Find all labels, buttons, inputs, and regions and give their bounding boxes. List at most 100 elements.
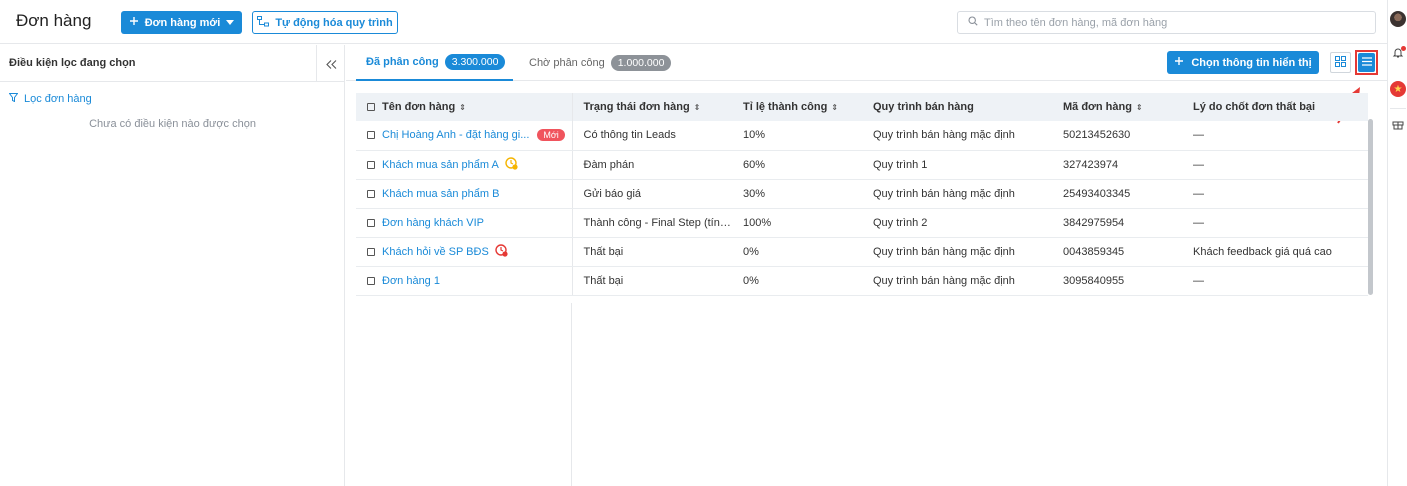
tabs-bar: Đã phân công 3.300.000 Chờ phân công 1.0… [346,45,1387,81]
automation-button[interactable]: Tự động hóa quy trình [252,11,398,34]
cell-code: 50213452630 [1052,121,1182,151]
cell-reason: — [1182,266,1368,296]
tab-pending-label: Chờ phân công [529,57,605,69]
cell-reason: Khách feedback giá quá cao [1182,237,1368,267]
cell-name: Khách mua sản phẩm B [356,179,573,209]
avatar[interactable] [1390,11,1406,27]
cell-rate: 100% [732,208,862,238]
cell-reason: — [1182,208,1368,238]
cell-rate: 0% [732,266,862,296]
automation-label: Tự động hóa quy trình [275,16,393,29]
cell-reason: — [1182,150,1368,180]
grid-view-button[interactable] [1330,52,1351,73]
cell-process: Quy trình 2 [862,208,1052,238]
page-title: Đơn hàng [16,11,92,30]
list-icon [1361,56,1372,69]
top-header: Đơn hàng Đơn hàng mới Tự động hóa quy tr… [0,0,1387,44]
list-view-button[interactable] [1355,50,1378,75]
cell-status: Thất bại [572,237,732,267]
column-reason-label: Lý do chốt đơn thất bại [1193,101,1316,113]
cell-code: 3095840955 [1052,266,1182,296]
tab-pending-count: 1.000.000 [610,55,672,71]
cell-process: Quy trình bán hàng mặc định [862,121,1052,151]
column-header-rate[interactable]: Tỉ lệ thành công ⇕ [732,93,862,121]
order-name-link[interactable]: Chị Hoàng Anh - đặt hàng gi... [382,129,529,141]
cell-rate: 60% [732,150,862,180]
gift-icon[interactable] [1392,118,1404,133]
list-view-active-bg [1358,53,1375,72]
rail-divider [1390,108,1406,109]
table-row[interactable]: Khách mua sản phẩm B Gửi báo giá 30% Quy… [356,179,1368,209]
sort-icon[interactable]: ⇕ [459,103,466,112]
collapse-panel-button[interactable] [316,45,345,82]
grid-icon [1335,55,1346,70]
empty-conditions-text: Chưa có điều kiện nào được chọn [89,118,256,130]
tab-assigned-label: Đã phân công [366,56,439,68]
vertical-scrollbar[interactable] [1368,119,1373,295]
table-row[interactable]: Đơn hàng 1 Thất bại 0% Quy trình bán hàn… [356,266,1368,296]
cell-name: Khách hỏi về SP BĐS [356,237,573,267]
cell-code: 3842975954 [1052,208,1182,238]
cell-status: Có thông tin Leads [572,121,732,151]
filter-orders-link[interactable]: Lọc đơn hàng [8,93,92,105]
order-name-link[interactable]: Khách mua sản phẩm A [382,158,499,170]
row-checkbox[interactable] [367,131,375,140]
search-icon [968,16,978,29]
cell-process: Quy trình bán hàng mặc định [862,266,1052,296]
cell-status: Thành công - Final Step (tính... [572,208,732,238]
sort-icon[interactable]: ⇕ [694,103,701,112]
cell-status: Gửi báo giá [572,179,732,209]
row-checkbox[interactable] [367,189,375,198]
order-name-link[interactable]: Đơn hàng 1 [382,275,440,287]
column-header-status[interactable]: Trạng thái đơn hàng ⇕ [572,93,732,121]
select-all-checkbox[interactable] [367,103,375,112]
tab-pending[interactable]: Chờ phân công 1.000.000 [529,45,672,81]
column-rate-label: Tỉ lệ thành công [743,101,828,113]
column-code-label: Mã đơn hàng [1063,101,1132,113]
column-header-process: Quy trình bán hàng [862,93,1052,121]
table-row[interactable]: Chị Hoàng Anh - đặt hàng gi... Mới Có thô… [356,121,1368,151]
cell-process: Quy trình bán hàng mặc định [862,237,1052,267]
notification-dot [1401,46,1406,51]
order-name-link[interactable]: Khách mua sản phẩm B [382,188,499,200]
new-order-button[interactable]: Đơn hàng mới [121,11,242,34]
cell-status: Đàm phán [572,150,732,180]
tab-assigned[interactable]: Đã phân công 3.300.000 [356,45,513,81]
main-content: Đã phân công 3.300.000 Chờ phân công 1.0… [346,45,1387,486]
filter-panel: Điều kiện lọc đang chọn Lọc đơn hàng Chư… [0,45,345,486]
first-column-divider [571,303,572,486]
column-header-reason: Lý do chốt đơn thất bại [1182,93,1368,121]
row-checkbox[interactable] [367,276,375,285]
row-checkbox[interactable] [367,247,375,256]
row-checkbox[interactable] [367,160,375,169]
search-input[interactable] [984,16,1364,29]
column-header-name[interactable]: Tên đơn hàng ⇕ [356,93,573,121]
cell-name: Khách mua sản phẩm A [356,150,573,180]
column-process-label: Quy trình bán hàng [873,101,974,113]
new-badge: Mới [537,129,565,142]
choose-display-info-button[interactable]: Chọn thông tin hiển thị [1167,51,1319,74]
order-name-link[interactable]: Khách hỏi về SP BĐS [382,245,489,257]
orders-table: Tên đơn hàng ⇕ Trạng thái đơn hàng ⇕ Tỉ lệ… [356,93,1368,486]
cell-reason: — [1182,179,1368,209]
sort-icon[interactable]: ⇕ [831,103,838,112]
filter-orders-label: Lọc đơn hàng [24,93,92,105]
table-row[interactable]: Khách hỏi về SP BĐS Thất bại 0% Quy trìn… [356,237,1368,267]
caret-down-icon [226,17,235,29]
double-chevron-left-icon [325,56,337,72]
table-row[interactable]: Đơn hàng khách VIP Thành công - Final St… [356,208,1368,238]
plus-icon [129,16,139,29]
overdue-clock-icon [495,243,508,260]
warning-clock-icon [505,156,518,173]
column-header-code[interactable]: Mã đơn hàng ⇕ [1052,93,1182,121]
order-name-link[interactable]: Đơn hàng khách VIP [382,217,484,229]
sort-icon[interactable]: ⇕ [1136,103,1143,112]
cell-process: Quy trình 1 [862,150,1052,180]
search-box[interactable] [957,11,1376,34]
right-rail: ★ [1387,0,1407,486]
table-row[interactable]: Khách mua sản phẩm A Đàm phán 60% Quy tr… [356,150,1368,180]
plus-icon [1174,56,1184,69]
cell-name: Đơn hàng 1 [356,266,573,296]
row-checkbox[interactable] [367,218,375,227]
star-icon[interactable]: ★ [1390,81,1406,97]
